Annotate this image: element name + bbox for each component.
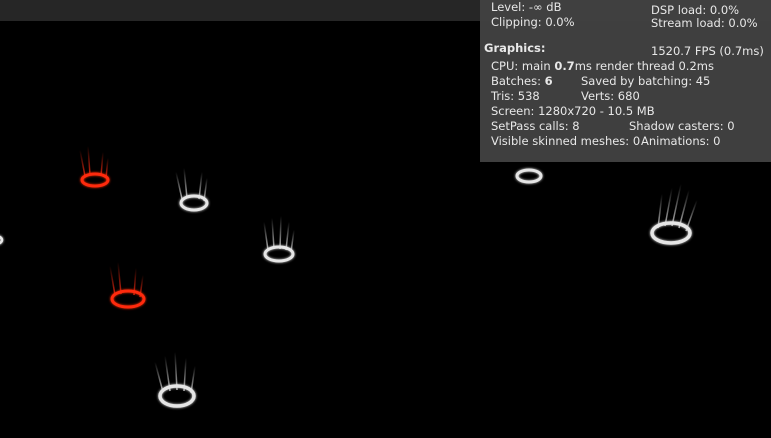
white-ring-particle <box>175 167 209 212</box>
graphics-heading: Graphics: <box>484 41 546 55</box>
red-ring-particle <box>79 145 110 188</box>
stats-overlay: Level: -∞ dB DSP load: 0.0% Clipping: 0.… <box>480 0 771 162</box>
white-ring-particle <box>515 168 543 184</box>
skinned-meshes-readout: Visible skinned meshes: 0 <box>491 134 641 148</box>
verts-readout: Verts: 680 <box>581 89 640 103</box>
audio-clipping: Clipping: 0.0% <box>491 15 575 29</box>
setpass-readout: SetPass calls: 8 <box>491 119 580 133</box>
white-ring-particle <box>0 235 4 245</box>
screen-readout: Screen: 1280x720 - 10.5 MB <box>491 104 655 118</box>
animations-readout: Animations: 0 <box>641 134 721 148</box>
audio-level: Level: -∞ dB <box>491 0 562 14</box>
fps-readout: 1520.7 FPS (0.7ms) <box>651 44 764 58</box>
white-ring-particle <box>154 351 196 408</box>
white-ring-particle <box>263 215 295 263</box>
batches-readout: Batches: 6 <box>491 74 553 88</box>
tris-readout: Tris: 538 <box>491 89 540 103</box>
shadow-casters-readout: Shadow casters: 0 <box>629 119 735 133</box>
stream-load: Stream load: 0.0% <box>651 16 758 30</box>
white-ring-particle <box>650 183 698 245</box>
saved-by-batching: Saved by batching: 45 <box>581 74 711 88</box>
red-ring-particle <box>109 261 146 309</box>
cpu-readout: CPU: main 0.7ms render thread 0.2ms <box>491 59 714 73</box>
